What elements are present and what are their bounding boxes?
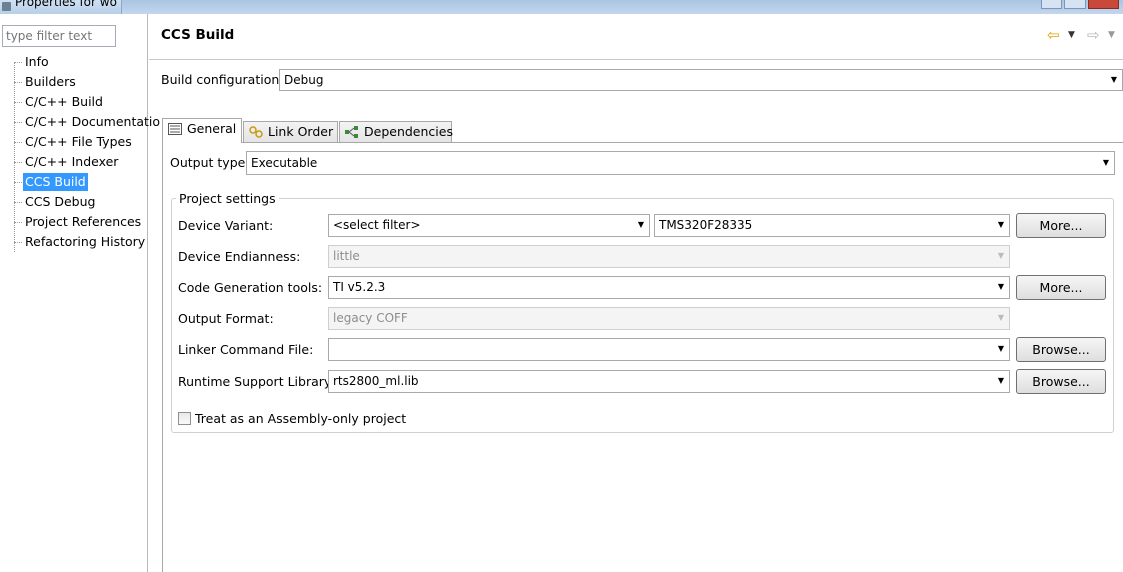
tree-item-label: C/C++ Documentatio [25,114,161,129]
device-variant-select[interactable]: TMS320F28335 ▼ [654,214,1010,237]
tab-dependencies[interactable]: Dependencies [339,121,453,143]
tab-label: Dependencies [364,124,453,139]
tab-link-order[interactable]: Link Order [243,121,338,143]
dropdown-arrow-icon: ▼ [997,313,1004,322]
dependencies-icon [345,124,359,138]
dropdown-arrow-icon: ▼ [997,376,1004,385]
build-configuration-label: Build configuration: [161,72,284,87]
device-endianness-label: Device Endianness: [178,249,301,264]
output-format-select: legacy COFF ▼ [328,307,1010,330]
project-settings-title: Project settings [176,191,279,206]
window-controls [1041,0,1119,9]
chevron-down-icon[interactable]: ▼ [1068,27,1075,43]
chevron-down-icon[interactable]: ▼ [1108,27,1115,43]
device-variant-label: Device Variant: [178,218,274,233]
tab-general[interactable]: General [162,118,242,143]
assembly-only-label[interactable]: Treat as an Assembly-only project [195,411,406,426]
filter-input[interactable] [2,25,116,47]
tree-item-label: C/C++ Indexer [25,154,119,169]
tree-item-cpp-indexer[interactable]: C/C++ Indexer [0,152,148,172]
dropdown-arrow-icon: ▼ [997,251,1004,260]
page-title: CCS Build [161,27,235,43]
code-generation-tools-select[interactable]: TI v5.2.3 ▼ [328,276,1010,299]
linker-command-file-combo[interactable]: ▼ [328,338,1010,361]
dropdown-arrow-icon: ▼ [1110,75,1117,84]
linker-browse-button[interactable]: Browse... [1016,337,1106,362]
runtime-support-library-combo[interactable]: rts2800_ml.lib ▼ [328,370,1010,393]
property-tree: Info Builders C/C++ Build C/C++ Document… [0,52,160,252]
device-filter-select[interactable]: <select filter> ▼ [328,214,650,237]
tree-item-label: Refactoring History [25,234,146,249]
output-format-value: legacy COFF [333,311,408,325]
tab-label: General [187,121,237,136]
arrow-left-icon[interactable]: ⇦ [1047,27,1065,43]
dropdown-arrow-icon: ▼ [997,220,1004,229]
linker-command-file-label: Linker Command File: [178,342,314,357]
tree-item-cpp-documentation[interactable]: C/C++ Documentatio [0,112,160,132]
build-configuration-value: Debug [284,73,324,87]
maximize-button[interactable] [1064,0,1086,9]
general-icon [168,121,182,135]
output-format-label: Output Format: [178,311,274,326]
window-title-tab[interactable]: Properties for wo [0,0,122,14]
build-configuration-select[interactable]: Debug ▼ [279,69,1123,91]
app-icon [2,2,11,11]
tree-item-refactoring-history[interactable]: Refactoring History [0,232,148,252]
tree-item-cpp-build[interactable]: C/C++ Build [0,92,148,112]
tree-item-label: CCS Build [23,173,88,191]
tree-item-cpp-file-types[interactable]: C/C++ File Types [0,132,148,152]
device-filter-value: <select filter> [333,218,421,232]
left-nav-panel: Info Builders C/C++ Build C/C++ Document… [0,14,160,572]
dropdown-arrow-icon: ▼ [637,220,644,229]
dropdown-arrow-icon: ▼ [997,282,1004,291]
tree-item-label: Builders [25,74,76,89]
runtime-support-library-label: Runtime Support Library: [178,374,335,389]
page-header: CCS Build ⇦ ▼ ⇨ ▼ [149,14,1123,60]
tree-item-label: Project References [25,214,142,229]
tree-item-label: CCS Debug [25,194,96,209]
dropdown-arrow-icon: ▼ [1102,158,1109,167]
tree-item-label: C/C++ File Types [25,134,132,149]
output-type-value: Executable [251,156,318,170]
tree-item-label: Info [25,54,49,69]
tree-item-ccs-debug[interactable]: CCS Debug [0,192,148,212]
tab-label: Link Order [268,124,334,139]
codegen-more-button[interactable]: More... [1016,275,1106,300]
device-endianness-value: little [333,249,360,263]
device-endianness-select: little ▼ [328,245,1010,268]
window-title: Properties for wo [15,0,117,9]
assembly-only-checkbox[interactable] [178,412,191,425]
tree-item-info[interactable]: Info [0,52,148,72]
tree-item-builders[interactable]: Builders [0,72,148,92]
runtime-support-library-value: rts2800_ml.lib [333,374,419,388]
tree-item-label: C/C++ Build [25,94,103,109]
device-more-button[interactable]: More... [1016,213,1106,238]
arrow-right-icon[interactable]: ⇨ [1087,27,1100,43]
title-bar: Properties for wo [0,0,1123,14]
dropdown-arrow-icon: ▼ [997,344,1004,353]
runtime-browse-button[interactable]: Browse... [1016,369,1106,394]
link-order-icon [249,124,263,138]
output-type-label: Output type: [170,155,250,170]
code-generation-tools-value: TI v5.2.3 [333,280,386,294]
tree-item-ccs-build[interactable]: CCS Build [0,172,148,192]
output-type-select[interactable]: Executable ▼ [246,151,1115,175]
tree-item-project-references[interactable]: Project References [0,212,148,232]
minimize-button[interactable] [1041,0,1063,9]
code-generation-tools-label: Code Generation tools: [178,280,323,295]
device-variant-value: TMS320F28335 [659,218,753,232]
close-button[interactable] [1087,0,1119,9]
